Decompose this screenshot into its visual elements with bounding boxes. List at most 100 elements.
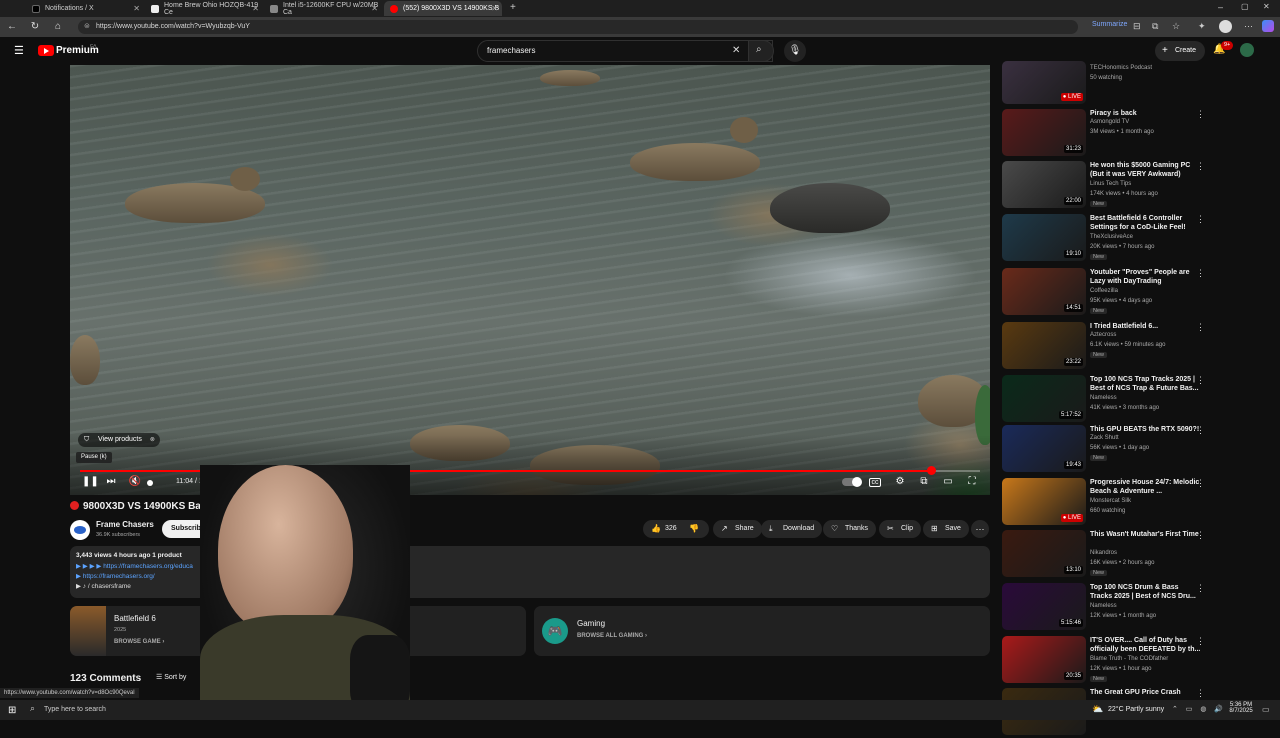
more-options-icon[interactable]: ⋮: [1196, 478, 1205, 489]
video-thumbnail[interactable]: 22:00: [1002, 161, 1086, 208]
sort-comments-button[interactable]: ☰ Sort by: [156, 673, 186, 681]
more-options-icon[interactable]: ⋮: [1196, 583, 1205, 594]
recommendation-item[interactable]: 5:15:46 Top 100 NCS Drum & Bass Tracks 20…: [1002, 583, 1212, 633]
share-button[interactable]: ↗ Share: [713, 520, 762, 538]
back-icon[interactable]: ←: [5, 20, 19, 34]
browser-tab-active[interactable]: (552) 9800X3D VS 14900KS B ✕: [384, 1, 502, 16]
taskbar-search-input[interactable]: Type here to search: [44, 706, 106, 713]
recommendation-item[interactable]: 19:43 This GPU BEATS the RTX 5090?! Zack S…: [1002, 425, 1212, 475]
video-thumbnail[interactable]: 23:22: [1002, 322, 1086, 369]
video-thumbnail[interactable]: 20:35: [1002, 636, 1086, 683]
video-thumbnail[interactable]: 14:51: [1002, 268, 1086, 315]
recommendation-item[interactable]: ● LIVE Progressive House 24/7: Melodic Be…: [1002, 478, 1212, 528]
progress-scrubber[interactable]: [926, 466, 936, 475]
recommendation-channel[interactable]: Aztecross: [1090, 332, 1116, 338]
windows-start-icon[interactable]: ⊞: [8, 705, 16, 716]
clock[interactable]: 5:36 PM 8/7/2025: [1226, 702, 1256, 714]
video-thumbnail[interactable]: 19:43: [1002, 425, 1086, 472]
browser-tab[interactable]: Notifications / X ✕: [26, 1, 144, 16]
clear-search-icon[interactable]: ✕: [732, 41, 740, 61]
fullscreen-icon[interactable]: ⛶: [965, 476, 979, 488]
maximize-button[interactable]: ▢: [1241, 2, 1249, 11]
close-icon[interactable]: ✕: [252, 4, 259, 13]
search-button[interactable]: ⌕: [748, 40, 774, 62]
video-thumbnail[interactable]: ● LIVE: [1002, 478, 1086, 525]
recommendation-channel[interactable]: Nameless: [1090, 395, 1117, 401]
close-icon[interactable]: ⊗: [150, 433, 155, 447]
youtube-logo-icon[interactable]: [38, 45, 54, 56]
browser-tab[interactable]: Home Brew Ohio HOZQB-419 Ce ✕: [145, 1, 263, 16]
more-options-icon[interactable]: ⋮: [1196, 322, 1205, 333]
more-options-icon[interactable]: ⋮: [1196, 530, 1205, 541]
voice-search-button[interactable]: 🎙: [784, 40, 806, 62]
next-icon[interactable]: ⏭: [104, 476, 118, 488]
recommendation-item[interactable]: 22:00 He won this $5000 Gaming PC (But it…: [1002, 161, 1212, 211]
recommendation-title[interactable]: He won this $5000 Gaming PC (But it was …: [1090, 161, 1202, 179]
recommendation-item[interactable]: 14:51 Youtuber "Proves" People are Lazy w…: [1002, 268, 1212, 318]
more-options-icon[interactable]: ⋮: [1196, 425, 1205, 436]
minimize-button[interactable]: –: [1218, 2, 1223, 12]
recommendation-title[interactable]: This Wasn't Mutahar's First Time: [1090, 530, 1202, 539]
save-button[interactable]: ⊞ Save: [923, 520, 969, 538]
video-player[interactable]: ⛉ View products ⊗ Pause (k) ❚❚ ⏭ 🔇 11:04…: [70, 65, 990, 495]
recommendation-title[interactable]: Youtuber "Proves" People are Lazy with D…: [1090, 268, 1202, 286]
recommendation-title[interactable]: Best Battlefield 6 Controller Settings f…: [1090, 214, 1202, 232]
recommendation-channel[interactable]: Nikandros: [1090, 550, 1117, 556]
clip-button[interactable]: ✂ Clip: [879, 520, 922, 538]
view-products-button[interactable]: ⛉ View products ⊗: [78, 433, 160, 447]
miniplayer-icon[interactable]: ⧉: [917, 476, 931, 488]
video-thumbnail[interactable]: 5:15:46: [1002, 583, 1086, 630]
video-thumbnail[interactable]: 19:10: [1002, 214, 1086, 261]
recommendation-title[interactable]: This GPU BEATS the RTX 5090?!: [1090, 425, 1202, 434]
menu-icon[interactable]: ☰: [14, 44, 24, 57]
download-button[interactable]: ⤓ Download: [761, 520, 823, 538]
close-icon[interactable]: ✕: [491, 4, 498, 13]
profile-avatar[interactable]: [1219, 20, 1232, 33]
account-avatar[interactable]: [1240, 43, 1254, 57]
close-icon[interactable]: ✕: [133, 4, 140, 13]
channel-avatar[interactable]: [70, 520, 90, 540]
description-link[interactable]: ▶ ▶ ▶ ▶ https://framechasers.org/educa: [76, 562, 193, 570]
recommendation-item[interactable]: 20:35 IT'S OVER.... Call of Duty has offi…: [1002, 636, 1212, 686]
more-options-icon[interactable]: ⋮: [1196, 161, 1205, 172]
reload-icon[interactable]: ↻: [28, 20, 42, 34]
channel-name[interactable]: Frame Chasers: [96, 520, 154, 529]
recommendation-item[interactable]: 13:10 This Wasn't Mutahar's First Time Nik…: [1002, 530, 1212, 580]
create-button[interactable]: + Create: [1155, 41, 1206, 61]
settings-gear-icon[interactable]: ⚙: [893, 476, 907, 488]
recommendation-item[interactable]: 5:17:52 Top 100 NCS Trap Tracks 2025 | Be…: [1002, 375, 1212, 425]
more-actions-icon[interactable]: ⋯: [971, 520, 989, 538]
notification-center-icon[interactable]: ▭: [1262, 705, 1270, 714]
more-options-icon[interactable]: ⋮: [1196, 109, 1205, 120]
split-icon[interactable]: ⧉: [1152, 21, 1158, 32]
recommendation-channel[interactable]: TheXclusiveAce: [1090, 234, 1133, 240]
home-icon[interactable]: ⌂: [51, 20, 65, 34]
pause-icon[interactable]: ❚❚: [82, 476, 99, 488]
recommendation-item[interactable]: 19:10 Best Battlefield 6 Controller Setti…: [1002, 214, 1212, 264]
recommendation-item[interactable]: ● LIVE TECHonomics Podcast 50 watching: [1002, 61, 1212, 115]
close-icon[interactable]: ✕: [371, 4, 378, 13]
more-options-icon[interactable]: ⋮: [1196, 375, 1205, 386]
new-tab-button[interactable]: +: [510, 2, 516, 13]
close-window-button[interactable]: ✕: [1263, 2, 1270, 11]
extensions-icon[interactable]: ✦: [1198, 21, 1206, 32]
recommendation-title[interactable]: IT'S OVER.... Call of Duty has officiall…: [1090, 636, 1202, 654]
weather-text[interactable]: 22°C Partly sunny: [1108, 706, 1164, 713]
reader-icon[interactable]: ⊟: [1133, 21, 1141, 32]
site-info-icon[interactable]: ⊜: [84, 20, 90, 34]
theater-mode-icon[interactable]: ▭: [941, 476, 955, 488]
recommendation-title[interactable]: Top 100 NCS Trap Tracks 2025 | Best of N…: [1090, 375, 1202, 393]
more-options-icon[interactable]: ⋮: [1196, 214, 1205, 225]
gaming-card[interactable]: 🎮 Gaming BROWSE ALL GAMING ›: [534, 606, 990, 656]
description-link[interactable]: ▶ ♪ / chasersframe: [76, 582, 131, 590]
recommendation-item[interactable]: 23:22 I Tried Battlefield 6... Aztecross 6.…: [1002, 322, 1212, 372]
tray-icons[interactable]: ⌃ ▭ ◍ 🔊: [1172, 705, 1226, 713]
recommendation-channel[interactable]: Monstercat Silk: [1090, 498, 1131, 504]
more-options-icon[interactable]: ⋮: [1196, 636, 1205, 647]
recommendation-channel[interactable]: TECHonomics Podcast: [1090, 65, 1152, 71]
recommendation-title[interactable]: Top 100 NCS Drum & Bass Tracks 2025 | Be…: [1090, 583, 1202, 601]
browse-gaming-link[interactable]: BROWSE ALL GAMING ›: [577, 633, 647, 639]
recommendation-title[interactable]: I Tried Battlefield 6...: [1090, 322, 1202, 331]
recommendation-title[interactable]: The Great GPU Price Crash: [1090, 688, 1202, 697]
thumbs-down-icon[interactable]: 👎: [689, 520, 699, 538]
